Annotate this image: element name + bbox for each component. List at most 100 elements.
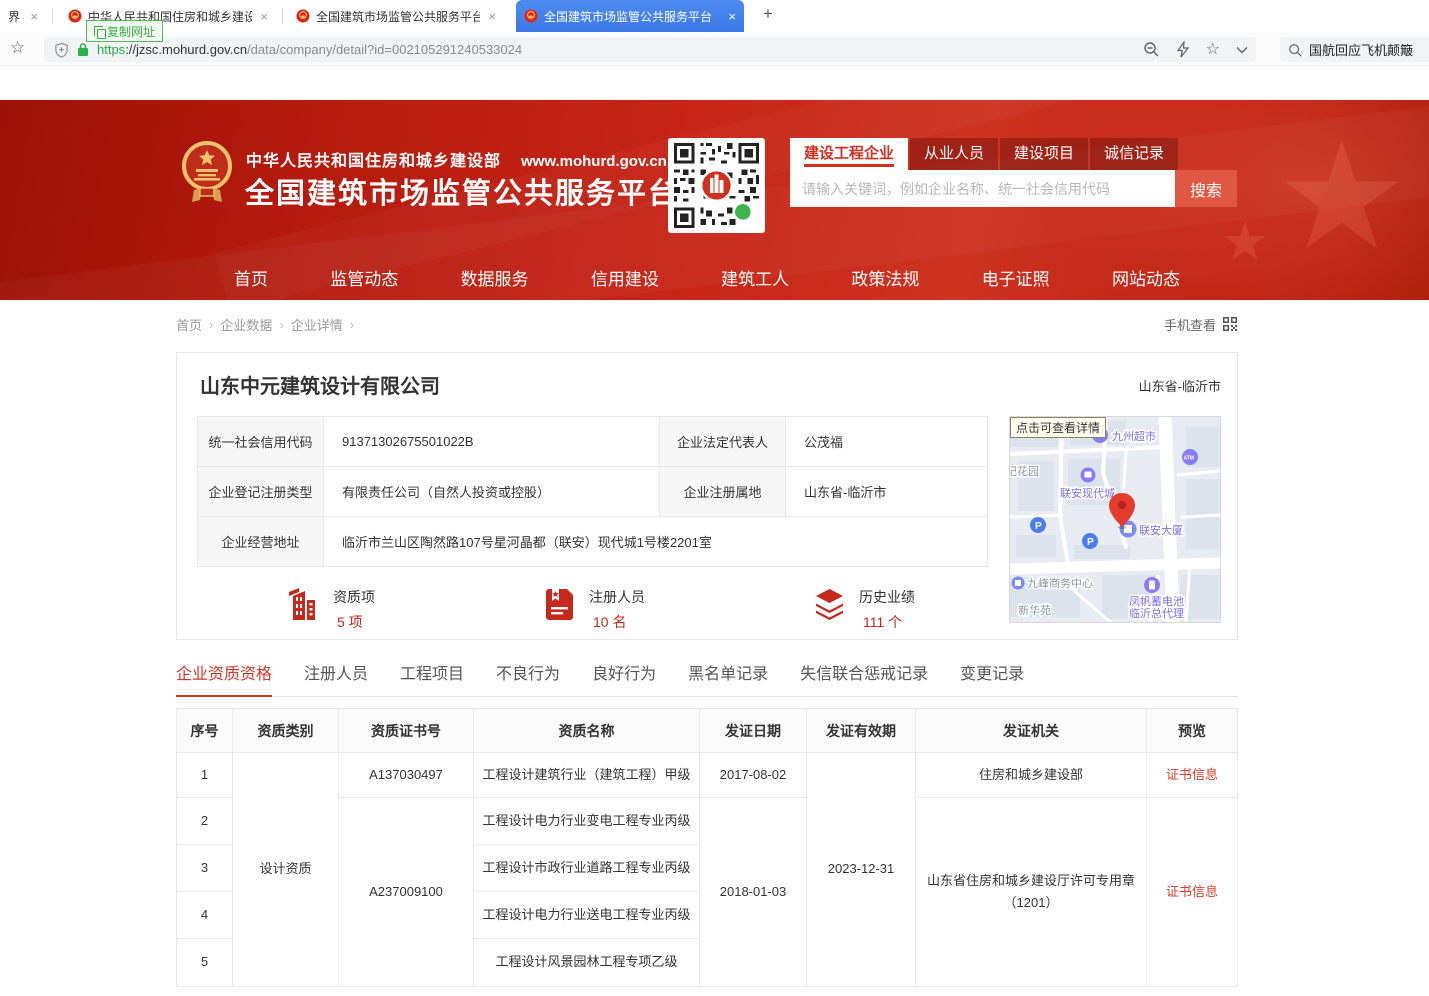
zoom-out-icon[interactable] bbox=[1143, 41, 1160, 58]
tab-bad-behavior[interactable]: 不良行为 bbox=[496, 660, 560, 696]
url-text: https://jzsc.mohurd.gov.cn/data/company/… bbox=[97, 42, 522, 57]
search-tab-personnel[interactable]: 从业人员 bbox=[910, 138, 998, 170]
lightning-icon[interactable] bbox=[1176, 41, 1190, 58]
field-label: 企业法定代表人 bbox=[660, 417, 786, 467]
nav-item-data-service[interactable]: 数据服务 bbox=[461, 265, 529, 290]
breadcrumb-home[interactable]: 首页 bbox=[176, 315, 202, 334]
address-bar[interactable]: https://jzsc.mohurd.gov.cn/data/company/… bbox=[44, 37, 1256, 62]
tab-dishonesty[interactable]: 失信联合惩戒记录 bbox=[800, 660, 928, 696]
qr-code-icon bbox=[1222, 316, 1238, 332]
svg-text:联安现代城: 联安现代城 bbox=[1060, 486, 1115, 500]
certificate-info-link[interactable]: 证书信息 bbox=[1147, 753, 1238, 798]
svg-text:凤帆蓄电池: 凤帆蓄电池 bbox=[1129, 594, 1184, 608]
search-tab-project[interactable]: 建设项目 bbox=[1000, 138, 1088, 170]
breadcrumb-company-detail: 企业详情 bbox=[291, 315, 343, 334]
new-tab-button[interactable]: + bbox=[756, 4, 780, 24]
tab-qualifications[interactable]: 企业资质资格 bbox=[176, 660, 272, 697]
quick-search-box[interactable]: 国航回应飞机颠簸 bbox=[1280, 37, 1429, 62]
mobile-view-link[interactable]: 手机查看 bbox=[1164, 315, 1238, 334]
tab-projects[interactable]: 工程项目 bbox=[400, 660, 464, 696]
search-tab-enterprise[interactable]: 建设工程企业 bbox=[790, 138, 908, 170]
national-emblem-logo bbox=[180, 138, 234, 206]
reg-type-value: 有限责任公司（自然人投资或控股） bbox=[324, 467, 660, 517]
copy-icon bbox=[94, 26, 103, 36]
certificate-info-link[interactable]: 证书信息 bbox=[1147, 798, 1238, 987]
header-qr-code bbox=[668, 138, 765, 233]
favorite-star-icon[interactable]: ☆ bbox=[1206, 42, 1220, 58]
stat-historical-performance: 历史业绩 111 个 bbox=[811, 586, 915, 632]
ministry-url: www.mohurd.gov.cn bbox=[521, 153, 667, 170]
map-overlay-hint: 点击可查看详情 bbox=[1010, 417, 1106, 438]
tab-separator bbox=[52, 8, 53, 24]
https-lock-icon bbox=[77, 42, 89, 57]
tab-close-icon[interactable]: × bbox=[260, 9, 268, 24]
company-info-table: 统一社会信用代码 91371302675501022B 企业法定代表人 公茂福 … bbox=[197, 416, 988, 567]
tab-good-behavior[interactable]: 良好行为 bbox=[592, 660, 656, 696]
certificate-book-icon bbox=[541, 586, 578, 623]
tab-blacklist[interactable]: 黑名单记录 bbox=[688, 660, 768, 696]
validity-cell: 2023-12-31 bbox=[807, 753, 916, 987]
credit-code-value: 91371302675501022B bbox=[324, 417, 660, 467]
shield-icon[interactable] bbox=[54, 42, 69, 58]
nav-item-home[interactable]: 首页 bbox=[234, 265, 268, 290]
search-icon bbox=[1288, 43, 1302, 57]
svg-text:ATM: ATM bbox=[1184, 456, 1194, 462]
tab-close-icon[interactable]: × bbox=[30, 9, 38, 24]
platform-title: 全国建筑市场监管公共服务平台 bbox=[245, 170, 679, 212]
layers-icon bbox=[811, 586, 848, 623]
nav-item-credit[interactable]: 信用建设 bbox=[591, 265, 659, 290]
svg-text:九州超市: 九州超市 bbox=[1112, 429, 1156, 443]
field-label: 企业经营地址 bbox=[198, 517, 324, 567]
nav-item-supervision[interactable]: 监管动态 bbox=[330, 265, 398, 290]
table-header-row: 序号 资质类别 资质证书号 资质名称 发证日期 发证有效期 发证机关 预览 bbox=[177, 709, 1238, 753]
site-header: ★ ★ 中华人民共和国住房和城乡建设部www.mohurd.gov.cn 全国建… bbox=[0, 100, 1429, 300]
nav-item-workers[interactable]: 建筑工人 bbox=[721, 265, 789, 290]
reg-region-value: 山东省-临沂市 bbox=[786, 467, 988, 517]
field-label: 企业注册属地 bbox=[660, 467, 786, 517]
tab-registered-personnel[interactable]: 注册人员 bbox=[304, 660, 368, 696]
field-label: 统一社会信用代码 bbox=[198, 417, 324, 467]
browser-tab-strip: 界 × 中华人民共和国住房和城乡建设 × 全国建筑市场监管公共服务平台 × 全国… bbox=[0, 0, 1429, 32]
svg-text:P: P bbox=[1087, 537, 1094, 548]
svg-text:九峰商务中心: 九峰商务中心 bbox=[1027, 576, 1093, 590]
tab-separator bbox=[282, 8, 283, 24]
search-button[interactable]: 搜索 bbox=[1175, 170, 1237, 207]
qualification-table: 序号 资质类别 资质证书号 资质名称 发证日期 发证有效期 发证机关 预览 1 … bbox=[176, 708, 1238, 987]
chevron-down-icon[interactable] bbox=[1236, 46, 1248, 54]
field-label: 企业登记注册类型 bbox=[198, 467, 324, 517]
browser-tab-jzsc-1[interactable]: 全国建筑市场监管公共服务平台 × bbox=[288, 0, 504, 32]
main-navigation: 首页 监管动态 数据服务 信用建设 建筑工人 政策法规 电子证照 网站动态 bbox=[176, 255, 1238, 299]
tab-close-icon[interactable]: × bbox=[728, 9, 736, 24]
stat-registered-personnel: 注册人员 10 名 bbox=[541, 586, 645, 632]
ministry-name: 中华人民共和国住房和城乡建设部www.mohurd.gov.cn bbox=[246, 147, 667, 171]
nav-item-site-news[interactable]: 网站动态 bbox=[1112, 265, 1180, 290]
keyword-search-input[interactable] bbox=[790, 170, 1175, 207]
header-search-panel: 建设工程企业 从业人员 建设项目 诚信记录 搜索 bbox=[790, 138, 1237, 207]
browser-tab-jzsc-active[interactable]: 全国建筑市场监管公共服务平台 × bbox=[516, 0, 744, 32]
breadcrumb-company-data[interactable]: 企业数据 bbox=[220, 315, 272, 334]
site-favicon-icon bbox=[524, 9, 538, 23]
tab-close-icon[interactable]: × bbox=[488, 9, 496, 24]
browser-tab-partial[interactable]: 界 × bbox=[0, 0, 46, 32]
nav-item-e-license[interactable]: 电子证照 bbox=[982, 265, 1050, 290]
breadcrumb-row: 首页 › 企业数据 › 企业详情 › 手机查看 bbox=[176, 300, 1238, 348]
stat-qualifications: 资质项 5 项 bbox=[285, 586, 375, 632]
category-cell: 设计资质 bbox=[233, 753, 339, 987]
bookmark-star-icon[interactable]: ☆ bbox=[10, 38, 25, 58]
svg-text:新华苑: 新华苑 bbox=[1018, 603, 1051, 617]
map-image: 九州超市 ATM 记花园 联安现代城 联安大厦 P P 九峰商务中心 新华苑 凤… bbox=[1010, 417, 1220, 622]
detail-tabs: 企业资质资格 注册人员 工程项目 不良行为 良好行为 黑名单记录 失信联合惩戒记… bbox=[176, 660, 1238, 697]
building-icon bbox=[285, 586, 322, 623]
site-favicon-icon bbox=[68, 9, 82, 23]
legal-rep-value: 公茂福 bbox=[786, 417, 988, 467]
svg-text:联安大厦: 联安大厦 bbox=[1139, 523, 1183, 537]
search-tabs: 建设工程企业 从业人员 建设项目 诚信记录 bbox=[790, 138, 1237, 170]
address-value: 临沂市兰山区陶然路107号星河晶都（联安）现代城1号楼2201室 bbox=[324, 517, 988, 567]
search-tab-credit[interactable]: 诚信记录 bbox=[1090, 138, 1178, 170]
nav-item-policy[interactable]: 政策法规 bbox=[851, 265, 919, 290]
svg-text:记花园: 记花园 bbox=[1010, 465, 1039, 478]
company-location-map[interactable]: 点击可查看详情 bbox=[1009, 416, 1221, 623]
tab-change-records[interactable]: 变更记录 bbox=[960, 660, 1024, 696]
company-card: 山东中元建筑设计有限公司 山东省-临沂市 统一社会信用代码 9137130267… bbox=[176, 352, 1238, 640]
site-favicon-icon bbox=[296, 9, 310, 23]
